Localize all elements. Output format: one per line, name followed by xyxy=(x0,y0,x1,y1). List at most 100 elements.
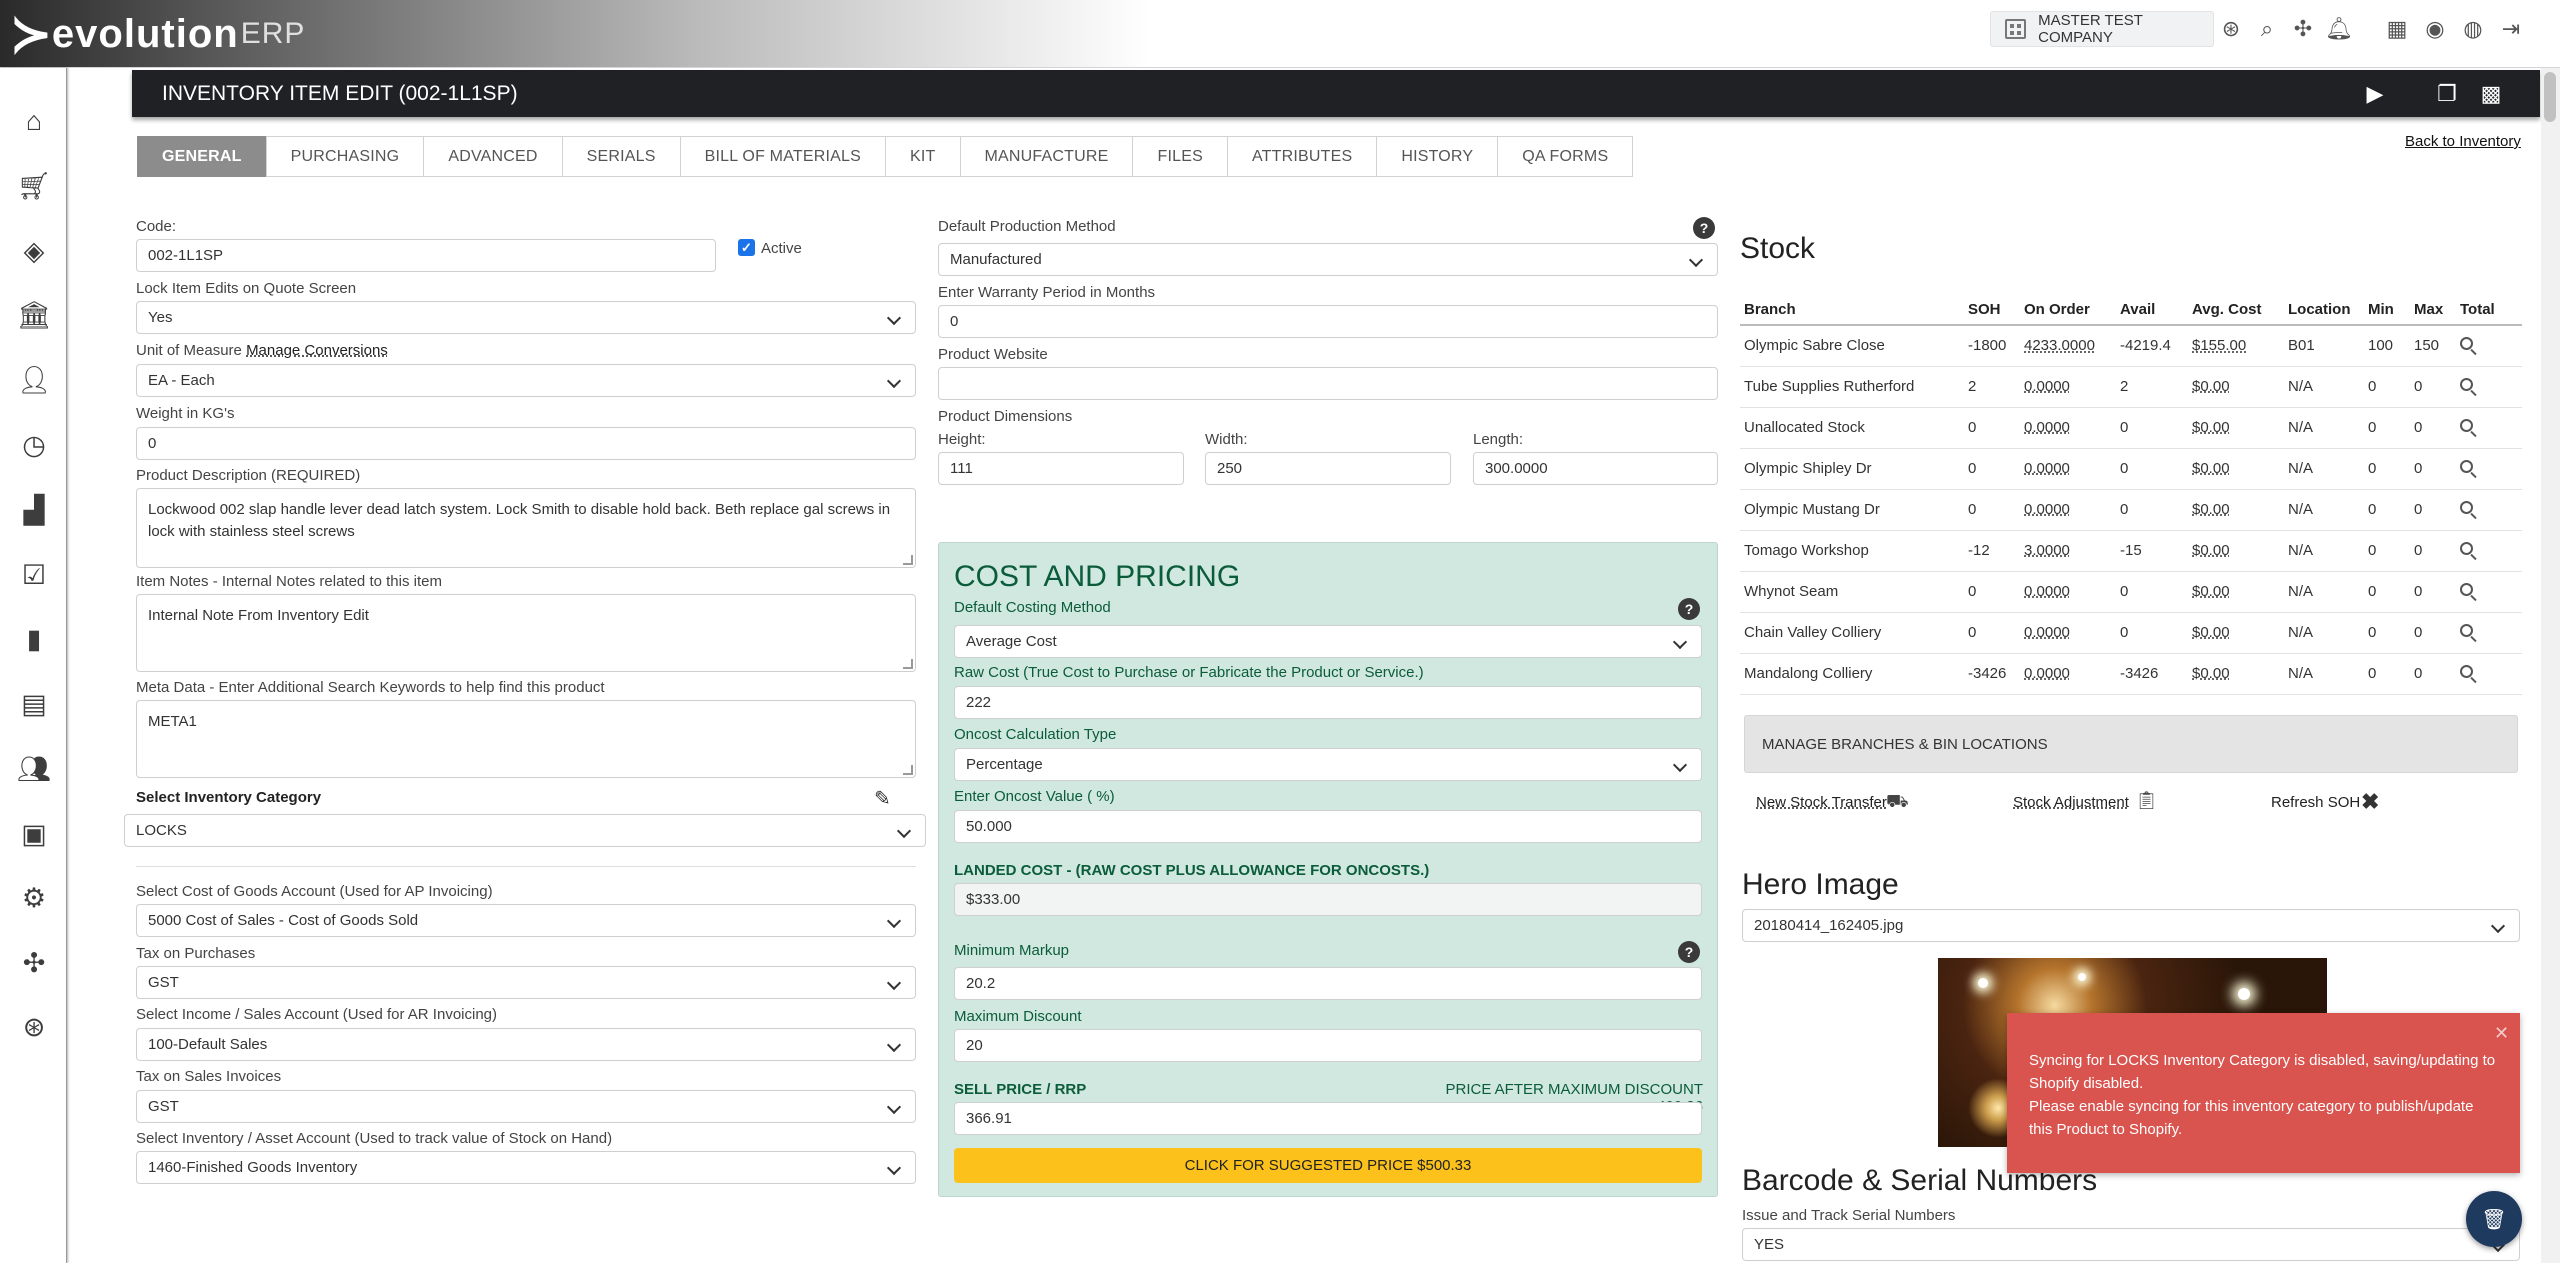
stock-cell-avg-cost[interactable]: $155.00 xyxy=(2188,325,2284,367)
building-user-icon[interactable]: ▤ xyxy=(16,686,52,722)
stock-cell-on-order[interactable]: 0.0000 xyxy=(2020,571,2116,613)
search-icon[interactable]: ⌕ xyxy=(2252,14,2282,44)
tab-files[interactable]: FILES xyxy=(1132,136,1228,177)
company-selector[interactable]: MASTER TEST COMPANY xyxy=(1990,11,2214,47)
refresh-soh-link[interactable]: Refresh SOH xyxy=(2271,794,2360,811)
stock-cell-on-order[interactable]: 4233.0000 xyxy=(2020,325,2116,367)
cart-icon[interactable]: 🛒︎ xyxy=(16,168,52,204)
clipboard-check-icon[interactable]: ☑ xyxy=(16,557,52,593)
uom-select[interactable]: EA - Each xyxy=(136,364,916,397)
stock-cell-avg-cost[interactable]: $0.00 xyxy=(2188,366,2284,408)
oncost-type-select[interactable]: Percentage xyxy=(954,748,1702,781)
magnify-icon[interactable] xyxy=(2460,583,2473,596)
preview-icon[interactable]: ▶ xyxy=(2360,79,2390,109)
tax-sales-select[interactable]: GST xyxy=(136,1090,916,1123)
puzzle-icon[interactable]: ✣ xyxy=(2288,14,2318,44)
magnify-icon[interactable] xyxy=(2460,460,2473,473)
scrollbar-thumb[interactable] xyxy=(2544,72,2556,122)
serial-select[interactable]: YES xyxy=(1742,1228,2520,1261)
manage-conversions-link[interactable]: Manage Conversions xyxy=(246,342,388,359)
width-input[interactable]: 250 xyxy=(1205,452,1451,485)
user-shield-icon[interactable]: ◍ xyxy=(2458,14,2488,44)
stock-adjustment-link[interactable]: Stock Adjustment xyxy=(2013,794,2129,811)
bank-icon[interactable]: 🏛︎ xyxy=(16,297,52,333)
description-textarea[interactable]: Lockwood 002 slap handle lever dead latc… xyxy=(136,488,916,568)
suggested-price-button[interactable]: CLICK FOR SUGGESTED PRICE $500.33 xyxy=(954,1148,1702,1183)
stock-cell-avg-cost[interactable]: $0.00 xyxy=(2188,653,2284,695)
manage-branches-button[interactable]: MANAGE BRANCHES & BIN LOCATIONS xyxy=(1744,715,2518,773)
help-icon[interactable]: ? xyxy=(1693,217,1715,239)
sell-price-input[interactable]: 366.91 xyxy=(954,1102,1702,1135)
users-icon[interactable]: 👥︎ xyxy=(16,751,52,787)
magnify-icon[interactable] xyxy=(2460,665,2473,678)
back-to-inventory-link[interactable]: Back to Inventory xyxy=(2405,133,2521,150)
oncost-value-input[interactable]: 50.000 xyxy=(954,810,1702,843)
calendar-icon[interactable]: ▦ xyxy=(2382,14,2412,44)
stock-cell-on-order[interactable]: 0.0000 xyxy=(2020,448,2116,490)
height-input[interactable]: 111 xyxy=(938,452,1184,485)
tab-serials[interactable]: SERIALS xyxy=(561,136,681,177)
gear-icon[interactable]: ⚙︎ xyxy=(16,880,52,916)
lock-edits-select[interactable]: Yes xyxy=(136,301,916,334)
category-select[interactable]: LOCKS xyxy=(124,814,926,847)
tab-attributes[interactable]: ATTRIBUTES xyxy=(1226,136,1378,177)
magnify-icon[interactable] xyxy=(2460,337,2473,351)
user-icon[interactable]: ◉ xyxy=(2420,14,2450,44)
chart-bar-icon[interactable]: ▮ xyxy=(16,621,52,657)
income-select[interactable]: 100-Default Sales xyxy=(136,1028,916,1061)
scrollbar[interactable] xyxy=(2541,68,2560,1263)
tab-kit[interactable]: KIT xyxy=(885,136,961,177)
stock-cell-avg-cost[interactable]: $0.00 xyxy=(2188,448,2284,490)
puzzle-piece-icon[interactable]: ✣ xyxy=(16,945,52,981)
new-stock-transfer-link[interactable]: New Stock Transfer xyxy=(1756,794,1887,811)
stock-cell-avg-cost[interactable]: $0.00 xyxy=(2188,530,2284,572)
tag-icon[interactable]: ◈ xyxy=(16,233,52,269)
stock-cell-on-order[interactable]: 3.0000 xyxy=(2020,530,2116,572)
warranty-input[interactable]: 0 xyxy=(938,305,1718,338)
tab-advanced[interactable]: ADVANCED xyxy=(423,136,563,177)
save-icon[interactable]: ▩ xyxy=(2476,79,2506,109)
magnify-icon[interactable] xyxy=(2460,542,2473,555)
magnify-icon[interactable] xyxy=(2460,501,2473,514)
tab-bill-of-materials[interactable]: BILL OF MATERIALS xyxy=(679,136,886,177)
cogs-select[interactable]: 5000 Cost of Sales - Cost of Goods Sold xyxy=(136,904,916,937)
floating-action-button[interactable]: 🗑︎ xyxy=(2466,1191,2522,1247)
stock-cell-on-order[interactable]: 0.0000 xyxy=(2020,407,2116,449)
tab-history[interactable]: HISTORY xyxy=(1376,136,1499,177)
stock-cell-on-order[interactable]: 0.0000 xyxy=(2020,489,2116,531)
copy-icon[interactable]: ❐ xyxy=(2432,79,2462,109)
toast-close-icon[interactable]: ✕ xyxy=(2494,1023,2509,1044)
logout-icon[interactable]: ⇥ xyxy=(2496,14,2526,44)
clipboard-icon[interactable]: 📋︎ xyxy=(2135,790,2158,811)
clock-icon[interactable]: ◷ xyxy=(16,427,52,463)
toolbox-icon[interactable]: ▣ xyxy=(16,816,52,852)
magnify-icon[interactable] xyxy=(2460,378,2473,391)
notes-textarea[interactable]: Internal Note From Inventory Edit xyxy=(136,594,916,672)
stock-cell-on-order[interactable]: 0.0000 xyxy=(2020,612,2116,654)
costing-method-select[interactable]: Average Cost xyxy=(954,625,1702,658)
meta-textarea[interactable]: META1 xyxy=(136,700,916,778)
user-cog-icon[interactable]: 👤︎ xyxy=(16,362,52,398)
support-icon[interactable]: ⊛ xyxy=(2216,14,2246,44)
tab-general[interactable]: GENERAL xyxy=(137,136,267,177)
weight-input[interactable]: 0 xyxy=(136,427,916,460)
active-checkbox[interactable]: ✓ xyxy=(738,239,755,256)
life-ring-icon[interactable]: ⊛ xyxy=(16,1009,52,1045)
tab-qa-forms[interactable]: QA FORMS xyxy=(1497,136,1634,177)
hero-image-select[interactable]: 20180414_162405.jpg xyxy=(1742,909,2520,942)
raw-cost-input[interactable]: 222 xyxy=(954,686,1702,719)
pencil-icon[interactable]: ✎ xyxy=(874,786,891,811)
asset-select[interactable]: 1460-Finished Goods Inventory xyxy=(136,1151,916,1184)
app-logo[interactable]: ≻ evolution ERP xyxy=(10,8,305,60)
magnify-icon[interactable] xyxy=(2460,624,2473,637)
factory-icon[interactable]: ▟ xyxy=(16,492,52,528)
refresh-x-icon[interactable]: ✖ xyxy=(2361,789,2379,815)
website-input[interactable] xyxy=(938,367,1718,400)
tax-purchases-select[interactable]: GST xyxy=(136,966,916,999)
stock-cell-avg-cost[interactable]: $0.00 xyxy=(2188,407,2284,449)
stock-cell-avg-cost[interactable]: $0.00 xyxy=(2188,489,2284,531)
tab-purchasing[interactable]: PURCHASING xyxy=(265,136,425,177)
production-method-select[interactable]: Manufactured xyxy=(938,243,1718,276)
length-input[interactable]: 300.0000 xyxy=(1473,452,1718,485)
magnify-icon[interactable] xyxy=(2460,419,2473,432)
